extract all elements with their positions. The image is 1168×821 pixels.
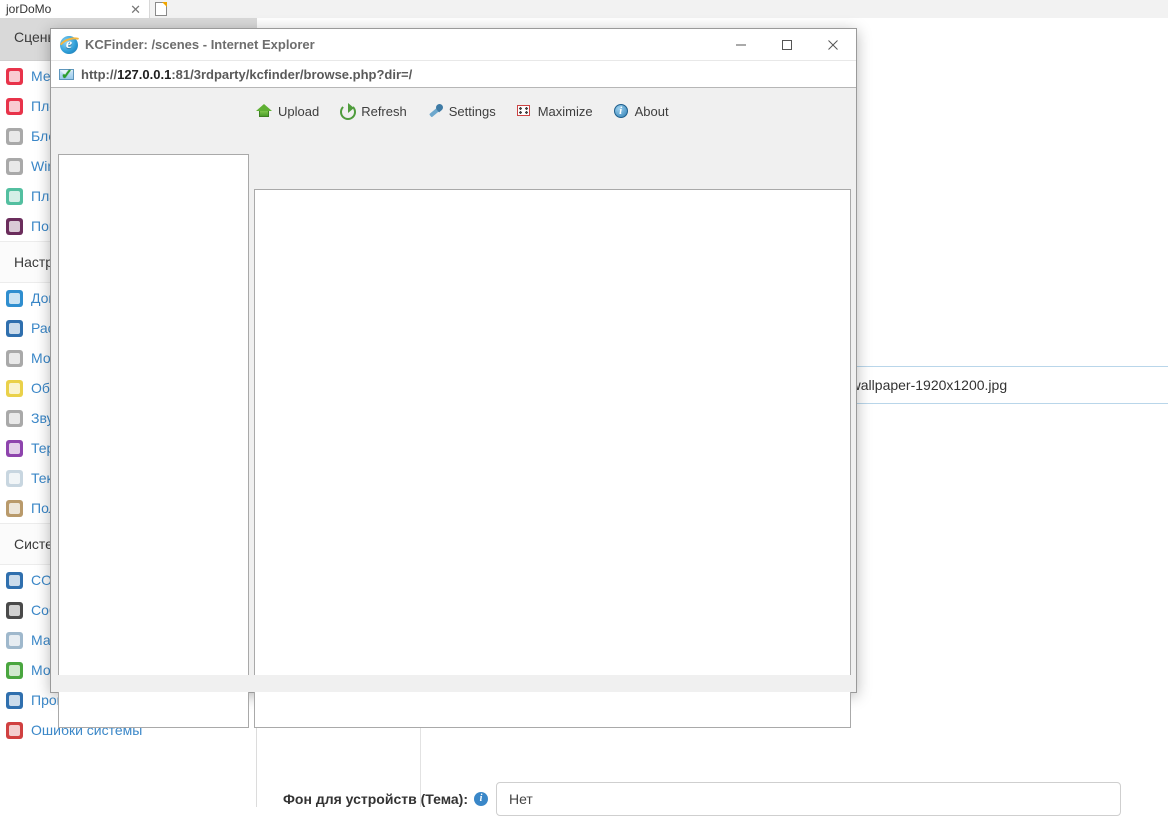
kcfinder-statusbar	[51, 675, 856, 692]
blocks-icon	[6, 349, 23, 367]
kcfinder-folder-pane[interactable]	[58, 154, 249, 728]
theme-label-text: Фон для устройств (Тема):	[282, 790, 468, 807]
kcfinder-toolbar-settings-button[interactable]: Settings	[427, 103, 496, 119]
tab-strip: jorDoMo ✕	[0, 0, 172, 18]
events-icon	[6, 601, 23, 619]
settings-icon	[427, 103, 443, 119]
sound-icon	[6, 409, 23, 427]
theme-field-label: Фон для устройств (Тема): i	[258, 791, 496, 807]
kcfinder-toolbar-upload-button[interactable]: Upload	[256, 103, 319, 119]
internet-explorer-window[interactable]: e KCFinder: /scenes - Internet Explorer	[50, 28, 857, 728]
browser-tab[interactable]: jorDoMo ✕	[0, 0, 150, 18]
refresh-icon	[339, 103, 357, 120]
terminal-icon	[6, 439, 23, 457]
maximize-icon	[782, 39, 792, 50]
upload-icon	[256, 103, 272, 119]
toolbar-label: About	[634, 103, 669, 119]
minimize-button[interactable]	[718, 29, 764, 60]
modules-icon	[6, 661, 23, 679]
kcfinder-body: Upload Refresh Settings Maximize About	[51, 88, 856, 728]
new-tab-icon	[155, 2, 167, 16]
maximize-button[interactable]	[764, 29, 810, 60]
kcfinder-toolbar-about-button[interactable]: About	[613, 103, 669, 119]
background-file-input[interactable]: -wallpaper-1920x1200.jpg	[842, 366, 1168, 404]
tools-icon	[6, 379, 23, 397]
kcfinder-file-pane[interactable]	[254, 189, 851, 728]
ie-titlebar[interactable]: e KCFinder: /scenes - Internet Explorer	[51, 29, 856, 60]
notepad-icon	[6, 127, 23, 145]
browser-tab-title: jorDoMo	[6, 2, 52, 16]
window-controls	[718, 29, 856, 60]
info-icon[interactable]: i	[474, 791, 488, 806]
player-icon	[6, 97, 23, 115]
url-prefix: http://	[81, 66, 118, 82]
connect-icon	[6, 571, 23, 589]
close-icon	[828, 39, 838, 50]
toolbar-label: Upload	[278, 103, 320, 119]
kcfinder-toolbar: Upload Refresh Settings Maximize About	[256, 96, 669, 126]
tab-close-icon[interactable]: ✕	[126, 3, 145, 16]
kcfinder-toolbar-refresh-button[interactable]: Refresh	[339, 103, 407, 120]
secure-page-icon: ✓	[59, 66, 74, 82]
maximize-icon	[516, 103, 532, 119]
home-icon	[6, 289, 23, 307]
about-icon	[613, 103, 629, 119]
media-icon	[6, 67, 23, 85]
toolbar-label: Settings	[448, 103, 496, 119]
close-button[interactable]	[810, 29, 856, 60]
scheduler-icon	[6, 187, 23, 205]
windows-icon	[6, 157, 23, 175]
errors-icon	[6, 721, 23, 739]
ie-url-text: http://127.0.0.1:81/3rdparty/kcfinder/br…	[81, 67, 412, 82]
toolbar-label: Refresh	[361, 103, 407, 119]
kcfinder-toolbar-maximize-button[interactable]: Maximize	[516, 103, 593, 119]
toolbar-label: Maximize	[537, 103, 593, 119]
internet-explorer-icon: e	[56, 33, 86, 58]
new-tab-button[interactable]	[150, 0, 172, 18]
text-icon	[6, 469, 23, 487]
ie-address-bar[interactable]: ✓ http://127.0.0.1:81/3rdparty/kcfinder/…	[51, 60, 856, 88]
theme-field-row: Фон для устройств (Тема): i Нет	[258, 776, 1168, 821]
weather-icon	[6, 217, 23, 235]
location-icon	[6, 319, 23, 337]
url-rest: :81/3rdparty/kcfinder/browse.php?dir=/	[171, 66, 413, 82]
theme-select[interactable]: Нет	[496, 781, 1121, 816]
users-icon	[6, 499, 23, 517]
url-host: 127.0.0.1	[117, 66, 172, 82]
minimize-icon	[736, 44, 746, 45]
update-icon	[6, 691, 23, 709]
market-icon	[6, 631, 23, 649]
ie-window-title: KCFinder: /scenes - Internet Explorer	[85, 37, 315, 52]
browser-chrome: jorDoMo ✕	[0, 0, 1168, 19]
